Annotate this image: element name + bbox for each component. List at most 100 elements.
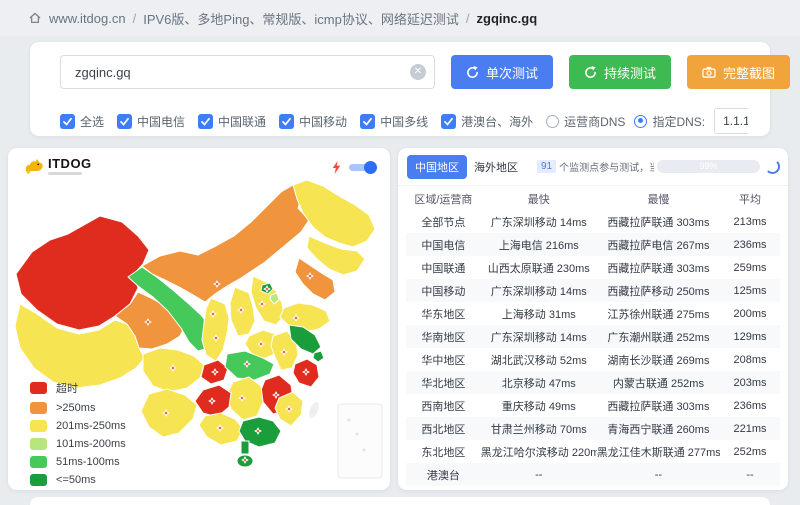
legend-swatch — [30, 420, 47, 432]
table-row[interactable]: 西南地区重庆移动 49ms西藏拉萨联通 303ms236ms — [406, 394, 780, 417]
table-cell: 125ms — [720, 285, 780, 297]
lightning-icon — [332, 161, 341, 174]
province-shandong[interactable] — [280, 303, 330, 332]
table-cell: 西藏拉萨移动 250ms — [597, 283, 720, 299]
map-style-toggle[interactable] — [347, 160, 377, 175]
next-section-card — [30, 497, 770, 505]
table-cell: 华东地区 — [406, 306, 481, 322]
map-legend: 超时 >250ms 201ms-250ms 101ms-200ms 51ms-100ms… — [30, 380, 126, 490]
table-row[interactable]: 中国移动广东深圳移动 14ms西藏拉萨移动 250ms125ms — [406, 279, 780, 302]
table-cell: -- — [720, 469, 780, 481]
table-row[interactable]: 华中地区湖北武汉移动 52ms湖南长沙联通 269ms208ms — [406, 348, 780, 371]
table-cell: 西藏拉萨联通 303ms — [597, 214, 720, 230]
table-cell: 黑龙江佳木斯联通 277ms — [597, 444, 720, 460]
table-cell: 华中地区 — [406, 352, 481, 368]
legend-label: 超时 — [56, 380, 78, 396]
loading-spinner-icon — [765, 159, 780, 174]
dog-logo-icon — [23, 157, 44, 175]
breadcrumb-site[interactable]: www.itdog.cn — [49, 11, 126, 26]
table-row[interactable]: 中国电信上海电信 216ms西藏拉萨电信 267ms236ms — [406, 233, 780, 256]
results-header: 中国地区 海外地区 91 个监测点参与测试，当前进度： 99% — [398, 148, 788, 186]
table-cell: 252ms — [720, 446, 780, 458]
full-screenshot-button[interactable]: 完整截图 — [687, 55, 790, 89]
table-cell: 西北地区 — [406, 421, 481, 437]
single-test-button[interactable]: 单次测试 — [451, 55, 553, 89]
legend-label: >250ms — [56, 402, 95, 414]
table-row[interactable]: 华北地区北京移动 47ms内蒙古联通 252ms203ms — [406, 371, 780, 394]
continuous-test-button[interactable]: 持续测试 — [569, 55, 671, 89]
table-cell: 甘肃兰州移动 70ms — [481, 421, 597, 437]
itdog-logo[interactable]: ITDOG — [23, 157, 92, 175]
table-row[interactable]: 华东地区上海移动 31ms江苏徐州联通 275ms200ms — [406, 302, 780, 325]
radio-icon — [546, 115, 559, 128]
table-row[interactable]: 东北地区黑龙江哈尔滨移动 220ms黑龙江佳木斯联通 277ms252ms — [406, 440, 780, 463]
map-card: ITDOG — [8, 148, 390, 490]
progress-label: 99% — [657, 160, 760, 173]
legend-item-3: 101ms-200ms — [30, 438, 126, 450]
table-row[interactable]: 全部节点广东深圳移动 14ms西藏拉萨联通 303ms213ms — [406, 210, 780, 233]
table-cell: 湖北武汉移动 52ms — [481, 352, 597, 368]
table-row[interactable]: 港澳台------ — [406, 463, 780, 486]
logo-title: ITDOG — [48, 158, 92, 170]
table-cell: 213ms — [720, 216, 780, 228]
clear-input-icon[interactable]: ✕ — [410, 64, 426, 80]
checkbox-checked-icon — [279, 114, 294, 129]
radio-custom-dns-label: 指定DNS: — [652, 113, 705, 130]
dns-server-input[interactable] — [714, 108, 748, 134]
table-cell: 山西太原联通 230ms — [481, 260, 597, 276]
monitor-count-badge: 91 — [537, 160, 556, 173]
checkbox-item-1[interactable]: 中国电信 — [117, 113, 185, 130]
isp-checkbox-group: 全选 中国电信中国联通 中国移动 中国多线港澳台、海外 — [60, 113, 546, 130]
table-row[interactable]: 中国联通山西太原联通 230ms西藏拉萨联通 303ms259ms — [406, 256, 780, 279]
legend-label: <=50ms — [56, 474, 96, 486]
province-shanghai[interactable] — [313, 351, 324, 362]
radio-custom-dns[interactable]: 指定DNS: — [634, 113, 705, 130]
checkbox-label: 中国多线 — [380, 113, 428, 130]
checkbox-label: 中国移动 — [299, 113, 347, 130]
column-header: 平均 — [720, 191, 780, 207]
legend-swatch — [30, 402, 47, 414]
breadcrumb-current: zgqinc.gq — [477, 11, 538, 26]
breadcrumb: www.itdog.cn / IPV6版、多地Ping、常规版、icmp协议、网… — [0, 0, 800, 36]
table-row[interactable]: 华南地区广东深圳移动 14ms广东潮州联通 252ms129ms — [406, 325, 780, 348]
table-cell: 华北地区 — [406, 375, 481, 391]
table-cell: 江苏徐州联通 275ms — [597, 306, 720, 322]
table-cell: 广东深圳移动 14ms — [481, 283, 597, 299]
tab-china-region[interactable]: 中国地区 — [407, 155, 467, 179]
province-heilongjiang[interactable] — [293, 180, 375, 247]
table-cell: 236ms — [720, 239, 780, 251]
dns-radio-group: 运营商DNS 指定DNS: — [546, 108, 748, 134]
table-cell: 西藏拉萨电信 267ms — [597, 237, 720, 253]
legend-swatch — [30, 438, 47, 450]
legend-label: 201ms-250ms — [56, 420, 126, 432]
breadcrumb-path[interactable]: IPV6版、多地Ping、常规版、icmp协议、网络延迟测试 — [143, 9, 459, 28]
table-cell: -- — [597, 469, 720, 481]
legend-item-0: 超时 — [30, 380, 126, 396]
target-host-input[interactable] — [60, 55, 435, 89]
table-cell: 广东深圳移动 14ms — [481, 214, 597, 230]
table-row[interactable]: 西北地区甘肃兰州移动 70ms青海西宁联通 260ms221ms — [406, 417, 780, 440]
refresh-icon — [584, 66, 597, 79]
radio-carrier-dns[interactable]: 运营商DNS — [546, 113, 625, 130]
tab-overseas-region[interactable]: 海外地区 — [467, 155, 525, 179]
province-leizhou[interactable] — [241, 441, 249, 454]
legend-swatch — [30, 456, 47, 468]
breadcrumb-separator: / — [466, 11, 470, 26]
checkbox-label: 中国电信 — [137, 113, 185, 130]
checkbox-item-0[interactable]: 全选 — [60, 113, 104, 130]
checkbox-item-5[interactable]: 港澳台、海外 — [441, 113, 533, 130]
checkbox-checked-icon — [198, 114, 213, 129]
legend-label: 51ms-100ms — [56, 456, 120, 468]
checkbox-item-3[interactable]: 中国移动 — [279, 113, 347, 130]
province-taiwan[interactable] — [306, 400, 321, 420]
checkbox-item-4[interactable]: 中国多线 — [360, 113, 428, 130]
province-neimenggu[interactable] — [142, 185, 309, 302]
checkbox-checked-icon — [360, 114, 375, 129]
checkbox-item-2[interactable]: 中国联通 — [198, 113, 266, 130]
checkbox-checked-icon — [117, 114, 132, 129]
table-cell: 湖南长沙联通 269ms — [597, 352, 720, 368]
column-header: 区域/运营商 — [406, 191, 481, 207]
table-cell: 203ms — [720, 377, 780, 389]
legend-swatch — [30, 474, 47, 486]
refresh-icon — [466, 66, 479, 79]
